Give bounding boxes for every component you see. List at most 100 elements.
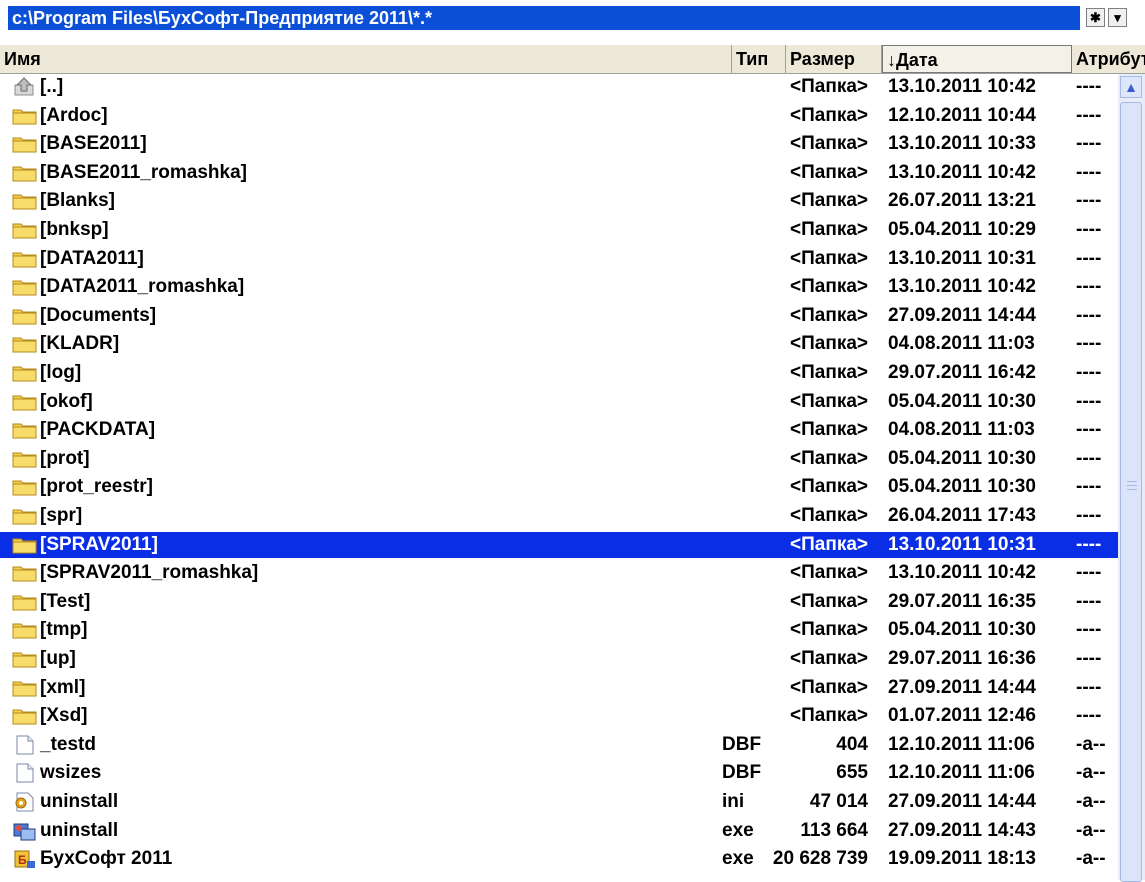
file-row[interactable]: wsizes DBF 655 12.10.2011 11:06 -a-- — [0, 760, 1118, 786]
column-date[interactable]: ↓Дата — [882, 45, 1072, 73]
svg-text:Б: Б — [18, 853, 27, 867]
column-attr[interactable]: Атрибут — [1072, 45, 1145, 73]
file-row[interactable]: [BASE2011] <Папка> 13.10.2011 10:33 ---- — [0, 131, 1118, 157]
file-size: <Папка> — [790, 161, 868, 183]
file-row[interactable]: [..] <Папка> 13.10.2011 10:42 ---- — [0, 74, 1118, 100]
file-row[interactable]: [BASE2011_romashka] <Папка> 13.10.2011 10:… — [0, 160, 1118, 186]
file-attr: ---- — [1076, 133, 1102, 155]
file-date: 12.10.2011 10:44 — [888, 104, 1036, 126]
file-name: [prot_reestr] — [40, 476, 153, 498]
file-name: [Test] — [40, 590, 91, 612]
file-row[interactable]: [bnksp] <Папка> 05.04.2011 10:29 ---- — [0, 217, 1118, 243]
folder-icon — [12, 134, 38, 154]
file-size: <Папка> — [790, 505, 868, 526]
file-size: <Папка> — [790, 619, 868, 641]
column-size[interactable]: Размер — [786, 45, 882, 73]
file-date: 04.08.2011 11:03 — [888, 419, 1035, 441]
file-row[interactable]: [tmp] <Папка> 05.04.2011 10:30 ---- — [0, 617, 1118, 643]
file-row[interactable]: uninstall exe 113 664 27.09.2011 14:43 -a-- — [0, 818, 1118, 844]
file-size: <Папка> — [790, 304, 868, 326]
history-dropdown-button[interactable]: ▾ — [1108, 8, 1127, 27]
scroll-thumb[interactable] — [1120, 102, 1142, 882]
file-row[interactable]: [Xsd] <Папка> 01.07.2011 12:46 ---- — [0, 703, 1118, 729]
file-date: 05.04.2011 10:29 — [888, 219, 1036, 240]
file-row[interactable]: [Test] <Папка> 29.07.2011 16:35 ---- — [0, 589, 1118, 615]
file-size: <Папка> — [790, 190, 868, 212]
file-date: 19.09.2011 18:13 — [888, 848, 1036, 870]
file-date: 29.07.2011 16:35 — [888, 590, 1036, 612]
file-size: <Папка> — [790, 648, 868, 669]
file-row[interactable]: [prot] <Папка> 05.04.2011 10:30 ---- — [0, 446, 1118, 472]
file-size: <Папка> — [790, 447, 868, 469]
column-type[interactable]: Тип — [732, 45, 786, 73]
file-attr: ---- — [1076, 619, 1102, 641]
setup-exe-icon — [12, 821, 38, 841]
file-row[interactable]: [log] <Папка> 29.07.2011 16:42 ---- — [0, 360, 1118, 386]
file-date: 27.09.2011 14:44 — [888, 676, 1036, 698]
file-date: 13.10.2011 10:42 — [888, 161, 1036, 183]
file-size: <Папка> — [790, 104, 868, 126]
folder-icon — [12, 220, 38, 240]
file-attr: ---- — [1076, 304, 1102, 326]
folder-icon — [12, 163, 38, 183]
file-row[interactable]: [SPRAV2011_romashka] <Папка> 13.10.2011 10… — [0, 560, 1118, 586]
file-date: 12.10.2011 11:06 — [888, 762, 1035, 784]
file-name: wsizes — [40, 762, 102, 784]
file-name: [log] — [40, 362, 82, 383]
file-attr: -a-- — [1076, 848, 1106, 870]
file-name: [SPRAV2011] — [40, 533, 158, 555]
file-row[interactable]: [prot_reestr] <Папка> 05.04.2011 10:30 ---- — [0, 474, 1118, 500]
file-attr: ---- — [1076, 247, 1102, 269]
app-exe-icon: Б — [12, 849, 38, 869]
file-row[interactable]: [okof] <Папка> 05.04.2011 10:30 ---- — [0, 389, 1118, 415]
file-name: uninstall — [40, 791, 119, 812]
file-attr: ---- — [1076, 562, 1102, 584]
file-attr: ---- — [1076, 190, 1102, 212]
file-row[interactable]: [Blanks] <Папка> 26.07.2011 13:21 ---- — [0, 188, 1118, 214]
file-row[interactable]: [up] <Папка> 29.07.2011 16:36 ---- — [0, 646, 1118, 672]
file-row[interactable]: [Documents] <Папка> 27.09.2011 14:44 ---- — [0, 303, 1118, 329]
file-row[interactable]: [KLADR] <Папка> 04.08.2011 11:03 ---- — [0, 331, 1118, 357]
file-size: 20 628 739 — [772, 848, 868, 870]
file-icon — [12, 735, 38, 755]
file-size: 47 014 — [809, 791, 868, 812]
file-name: [DATA2011] — [40, 247, 144, 269]
file-attr: ---- — [1076, 419, 1102, 441]
folder-icon — [12, 592, 38, 612]
file-name: [BASE2011_romashka] — [40, 161, 247, 183]
file-row[interactable]: [DATA2011] <Папка> 13.10.2011 10:31 ---- — [0, 246, 1118, 272]
file-icon — [12, 763, 38, 783]
column-name[interactable]: Имя — [0, 45, 732, 73]
file-attr: ---- — [1076, 76, 1102, 97]
file-row[interactable]: uninstall ini 47 014 27.09.2011 14:44 -a-- — [0, 789, 1118, 815]
file-row[interactable]: [xml] <Папка> 27.09.2011 14:44 ---- — [0, 675, 1118, 701]
vertical-scrollbar[interactable]: ▲ — [1118, 74, 1145, 882]
filter-star-button[interactable]: ✱ — [1086, 8, 1105, 27]
file-name: uninstall — [40, 819, 119, 841]
file-name: [okof] — [40, 390, 93, 412]
scroll-up-icon[interactable]: ▲ — [1120, 76, 1142, 98]
current-path[interactable]: c:\Program Files\БухСофт-Предприятие 201… — [8, 6, 1080, 30]
file-row[interactable]: [Ardoc] <Папка> 12.10.2011 10:44 ---- — [0, 103, 1118, 129]
file-date: 26.07.2011 13:21 — [888, 190, 1036, 212]
file-name: [xml] — [40, 676, 86, 698]
file-name: [tmp] — [40, 619, 88, 641]
file-size: <Папка> — [790, 476, 868, 498]
file-attr: -a-- — [1076, 791, 1106, 812]
file-date: 05.04.2011 10:30 — [888, 619, 1036, 641]
file-name: [..] — [40, 76, 64, 97]
file-list[interactable]: [..] <Папка> 13.10.2011 10:42 ---- [Ardoc] <П… — [0, 74, 1118, 880]
file-row[interactable]: [PACKDATA] <Папка> 04.08.2011 11:03 ---- — [0, 417, 1118, 443]
file-size: 655 — [836, 762, 868, 784]
file-row[interactable]: [DATA2011_romashka] <Папка> 13.10.2011 10:… — [0, 274, 1118, 300]
file-date: 05.04.2011 10:30 — [888, 390, 1036, 412]
folder-icon — [12, 477, 38, 497]
file-row[interactable]: _testd DBF 404 12.10.2011 11:06 -a-- — [0, 732, 1118, 758]
file-row[interactable]: [spr] <Папка> 26.04.2011 17:43 ---- — [0, 503, 1118, 529]
file-row[interactable]: Б БухСофт 2011 exe 20 628 739 19.09.2011 18:… — [0, 846, 1118, 872]
file-date: 27.09.2011 14:43 — [888, 819, 1036, 841]
file-row-selected[interactable]: [SPRAV2011] <Папка> 13.10.2011 10:31 ---- — [0, 531, 1118, 558]
file-attr: -a-- — [1076, 762, 1106, 784]
file-attr: -a-- — [1076, 733, 1106, 755]
file-attr: ---- — [1076, 590, 1102, 612]
